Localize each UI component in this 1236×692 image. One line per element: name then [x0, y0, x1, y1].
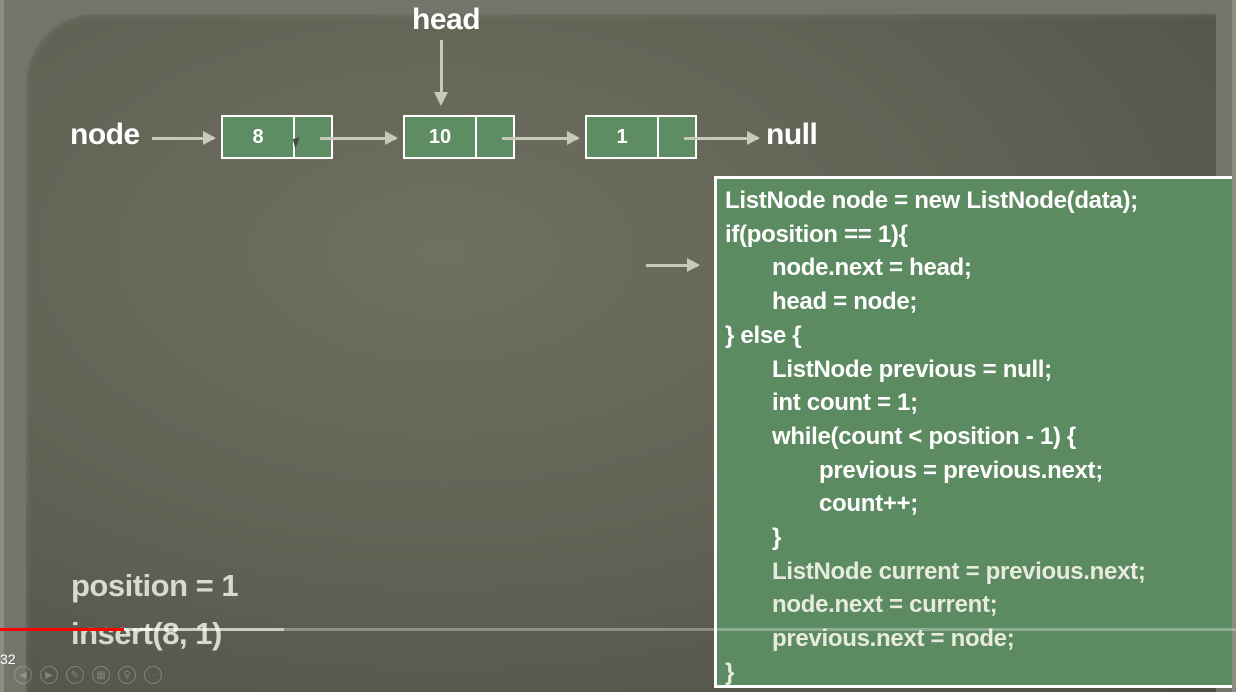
node-data: 1 [587, 117, 659, 157]
code-line: int count = 1; [772, 389, 918, 417]
code-line: } [772, 524, 782, 552]
more-icon[interactable]: ⋯ [144, 666, 162, 684]
video-progress-bar[interactable] [0, 628, 1236, 631]
previous-icon[interactable]: ◀ [14, 666, 32, 684]
code-line: } else { [725, 321, 802, 349]
link-arrow [502, 131, 580, 145]
code-line-pointer-arrow [646, 258, 700, 272]
edit-icon[interactable]: ✎ [66, 666, 84, 684]
zoom-icon[interactable]: ⚲ [118, 666, 136, 684]
code-block: ListNode node = new ListNode(data); if(p… [714, 176, 1232, 688]
node-data: 8 [223, 117, 295, 157]
position-text: position = 1 [71, 568, 239, 603]
code-line: } [725, 658, 735, 686]
code-line: count++; [819, 490, 918, 518]
head-label: head [412, 3, 481, 36]
head-arrow [434, 40, 448, 106]
null-arrow [684, 131, 760, 145]
video-progress-played [0, 628, 124, 631]
code-line: while(count < position - 1) { [772, 422, 1076, 450]
list-node-1: 8 [221, 115, 333, 159]
null-label: null [766, 118, 818, 151]
code-line: ListNode previous = null; [772, 355, 1052, 383]
node-arrow [152, 131, 216, 145]
insert-call-text: insert(8, 1) [71, 616, 222, 651]
code-line: ListNode node = new ListNode(data); [725, 187, 1138, 214]
video-progress-buffered [123, 628, 285, 631]
code-line: previous = previous.next; [819, 456, 1103, 484]
node-label: node [70, 118, 140, 151]
video-timecode: 32 [0, 651, 16, 667]
code-line: ListNode current = previous.next; [772, 557, 1146, 585]
node-data: 10 [405, 117, 477, 157]
list-node-2: 10 [403, 115, 515, 159]
next-icon[interactable]: ▶ [40, 666, 58, 684]
code-line: head = node; [772, 288, 918, 316]
slide: head node 8 10 1 null ListNode node = ne… [4, 0, 1232, 692]
code-line: node.next = head; [772, 254, 972, 282]
link-arrow [320, 131, 398, 145]
code-line: node.next = current; [772, 591, 998, 619]
video-controls: ◀ ▶ ✎ ▦ ⚲ ⋯ [14, 666, 162, 684]
list-node-3: 1 [585, 115, 697, 159]
grid-icon[interactable]: ▦ [92, 666, 110, 684]
code-line: if(position == 1){ [725, 220, 908, 248]
